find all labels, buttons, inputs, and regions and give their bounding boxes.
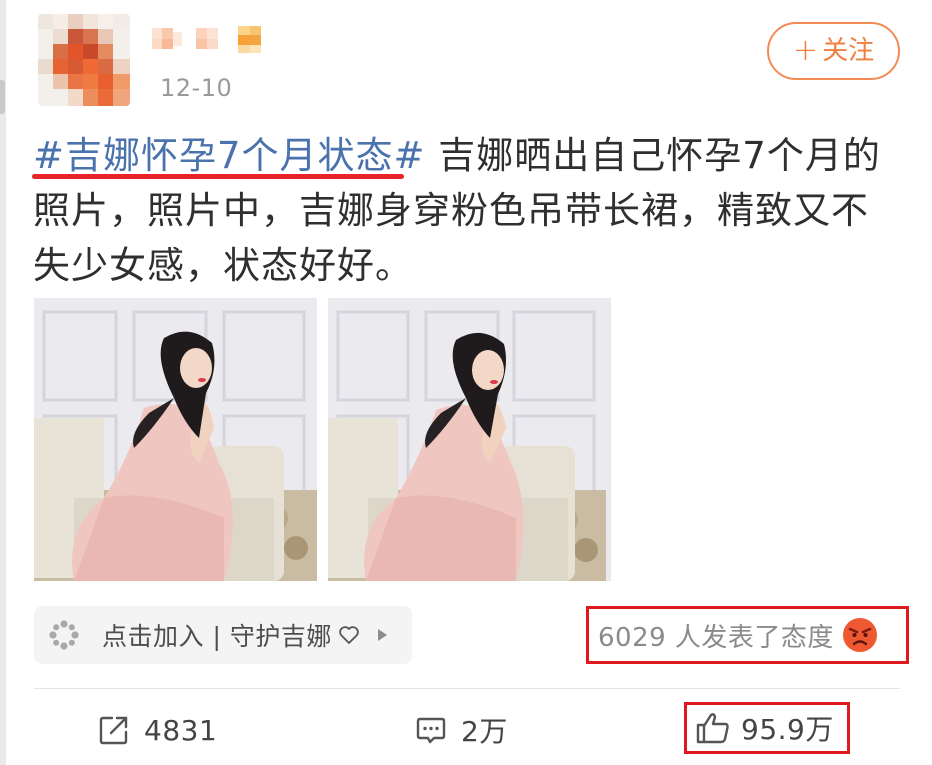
comment-icon bbox=[416, 717, 446, 744]
hashtag-highlight-underline bbox=[32, 174, 404, 179]
repost-count: 4831 bbox=[144, 713, 218, 747]
follow-button[interactable]: + 关注 bbox=[767, 22, 900, 80]
super-topic-icon bbox=[49, 620, 79, 650]
like-count: 95.9万 bbox=[741, 713, 834, 746]
plus-icon: + bbox=[792, 33, 819, 68]
thumbs-up-icon bbox=[696, 713, 729, 744]
angry-face-icon bbox=[842, 618, 877, 652]
attitude-count-label: 6029 人发表了态度 bbox=[598, 622, 834, 653]
hashtag-link[interactable]: #吉娜怀孕7个月状态# bbox=[33, 134, 426, 177]
action-bar-divider bbox=[34, 688, 900, 689]
post-photo-1[interactable] bbox=[34, 298, 317, 581]
username-redacted[interactable] bbox=[150, 22, 274, 56]
repost-button[interactable]: 4831 bbox=[98, 708, 217, 752]
follow-label: 关注 bbox=[822, 36, 875, 66]
attitude-summary[interactable]: 6029 人发表了态度 bbox=[586, 606, 909, 664]
left-scroll-edge bbox=[0, 0, 6, 765]
repost-icon bbox=[99, 716, 128, 745]
super-topic-join-button[interactable]: 点击加入 | 守护吉娜 bbox=[34, 606, 412, 664]
triangle-right-icon bbox=[377, 629, 387, 641]
avatar[interactable] bbox=[38, 14, 130, 106]
comment-button[interactable]: 2万 bbox=[415, 708, 508, 752]
super-topic-label: 点击加入 | 守护吉娜 bbox=[102, 622, 332, 651]
heart-outline-icon bbox=[339, 626, 359, 644]
like-button[interactable]: 95.9万 bbox=[684, 702, 850, 754]
post-photo-2[interactable] bbox=[328, 298, 611, 581]
post-text: #吉娜怀孕7个月状态# 吉娜晒出自己怀孕7个月的照片，照片中，吉娜身穿粉色吊带长… bbox=[33, 128, 901, 293]
post-time: 12-10 bbox=[160, 74, 233, 102]
comment-count: 2万 bbox=[461, 715, 508, 748]
